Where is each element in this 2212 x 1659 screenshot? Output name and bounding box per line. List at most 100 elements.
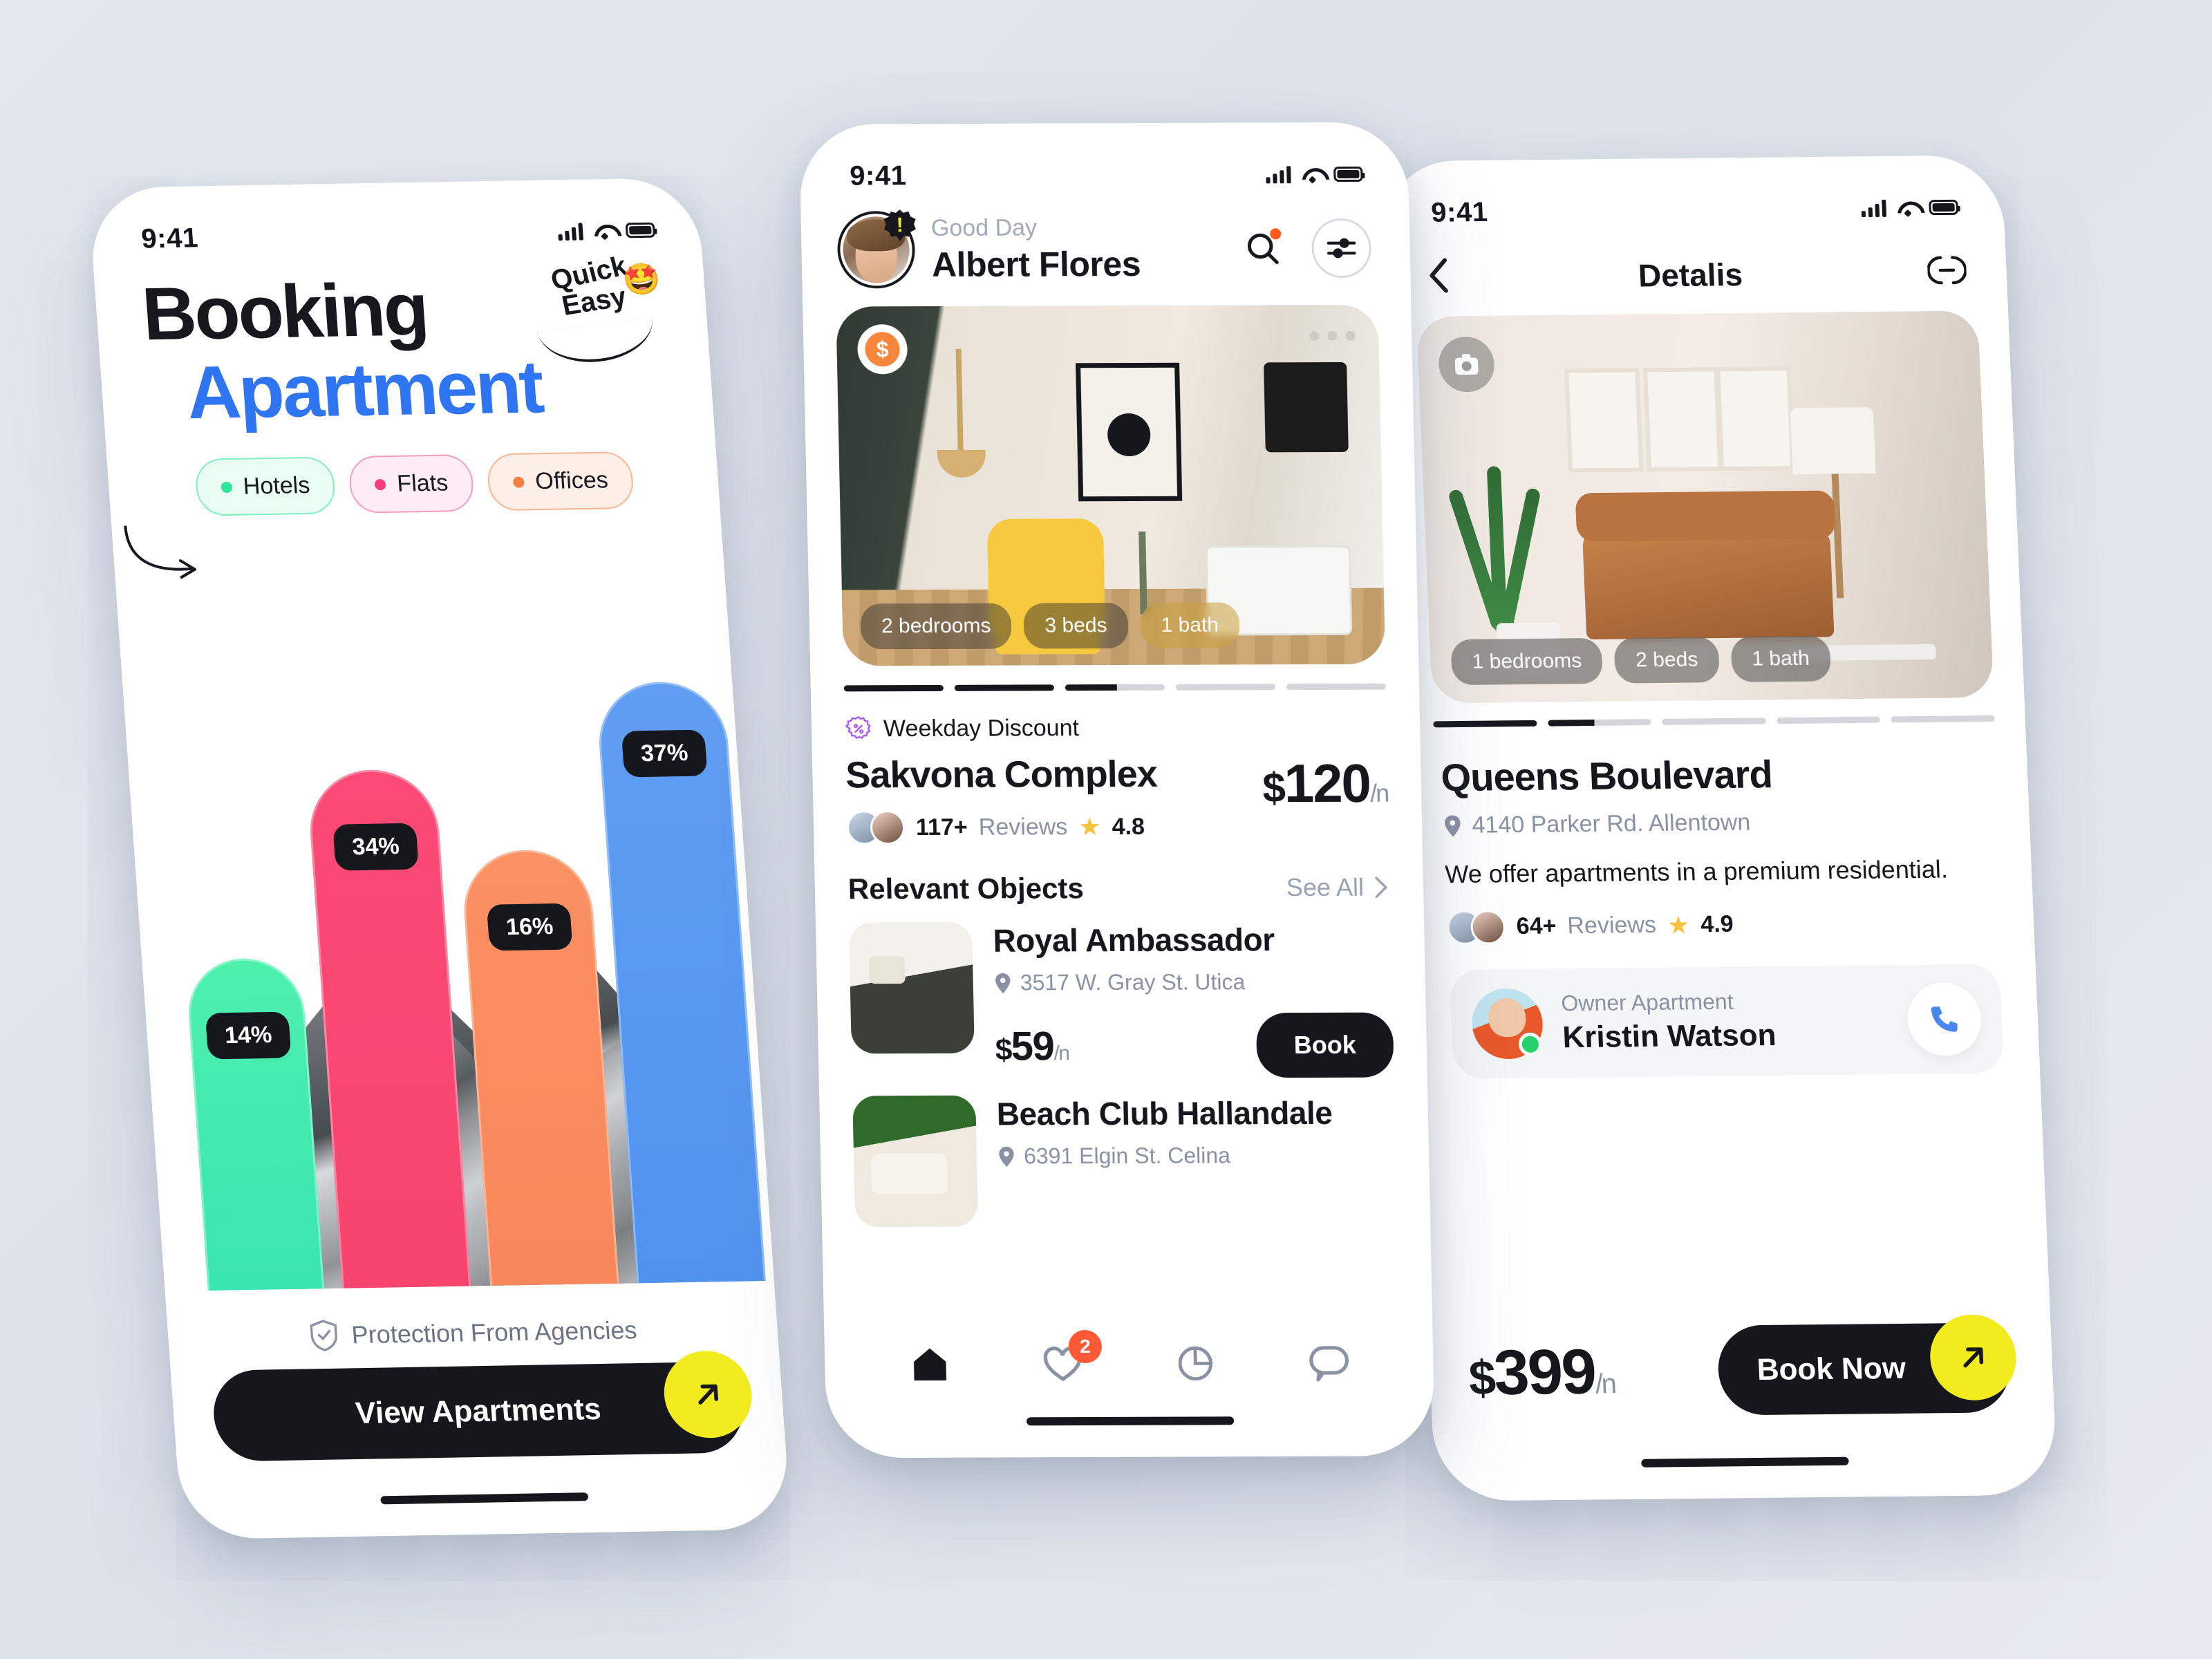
book-button[interactable]: Book: [1255, 1012, 1394, 1078]
carousel-pagination[interactable]: [810, 664, 1419, 692]
details-tag-bedrooms: 1 bedrooms: [1450, 637, 1604, 686]
search-button[interactable]: [1232, 218, 1293, 278]
category-pill-label: Hotels: [242, 472, 311, 500]
status-icons: [557, 221, 656, 241]
home-indicator: [1641, 1456, 1849, 1468]
object-address-label: 6391 Elgin St. Celina: [1023, 1143, 1231, 1169]
phone-home-screen: 9:41 ! Good Day Albert Flores $ 2 bedroo…: [798, 122, 1436, 1459]
rating-value: 4.9: [1700, 911, 1734, 938]
list-item[interactable]: Royal Ambassador 3517 W. Gray St. Utica …: [815, 903, 1427, 1079]
wall-art-frame: [1642, 367, 1723, 472]
hero-tv: [1264, 362, 1349, 453]
details-address: 4140 Parker Rd. Allentown: [1443, 807, 1994, 839]
pagination-dot[interactable]: [1547, 719, 1651, 727]
pagination-dot[interactable]: [1662, 718, 1766, 725]
pagination-dot[interactable]: [1175, 684, 1276, 691]
discount-percent-icon: [845, 715, 871, 740]
pagination-dot[interactable]: [1286, 683, 1387, 691]
chart-bar-4-value: 37%: [621, 729, 708, 778]
back-button[interactable]: [1423, 256, 1454, 297]
onboarding-header: Booking Apartment Quick Easy 🤩: [93, 249, 714, 434]
featured-listing-row: Sakvona Complex 117+ Reviews ★ 4.8 $120/…: [812, 740, 1422, 845]
view-apartments-label: View Apartments: [354, 1392, 603, 1431]
chat-bubble-icon: [1309, 1346, 1349, 1382]
owner-card[interactable]: Owner Apartment Kristin Watson: [1449, 964, 2005, 1079]
details-property-image[interactable]: 1 bedrooms 2 beds 1 bath: [1416, 310, 1994, 704]
category-pill-hotels[interactable]: Hotels: [194, 456, 337, 517]
status-bar: 9:41: [1379, 155, 2005, 233]
signal-icon: [1266, 165, 1291, 184]
view-apartments-button[interactable]: View Apartments: [210, 1350, 755, 1462]
more-options-icon[interactable]: [1309, 330, 1356, 341]
user-avatar[interactable]: !: [839, 214, 912, 286]
offices-dot-icon: [512, 476, 525, 488]
reviewer-avatar: [870, 810, 906, 845]
discount-row: Weekday Discount: [811, 689, 1421, 742]
chart-bar-1-value: 14%: [205, 1011, 292, 1060]
arrow-up-right-icon[interactable]: [661, 1350, 755, 1439]
details-footer: $399/n Book Now: [1428, 1314, 2054, 1418]
object-address: 6391 Elgin St. Celina: [997, 1143, 1396, 1170]
pagination-dot[interactable]: [954, 684, 1054, 691]
book-now-label: Book Now: [1756, 1351, 1906, 1387]
object-name: Royal Ambassador: [992, 921, 1275, 959]
online-status-dot: [1518, 1032, 1543, 1056]
details-nav-bar: Detalis: [1382, 227, 2007, 299]
call-owner-button[interactable]: [1906, 982, 1983, 1056]
featured-listing-price: $120/n: [1262, 752, 1389, 816]
status-time: 9:41: [849, 160, 907, 191]
arrow-up-right-icon[interactable]: [1928, 1314, 2018, 1401]
status-time: 9:41: [1430, 196, 1489, 228]
star-icon: ★: [1667, 910, 1691, 939]
featured-property-image[interactable]: $ 2 bedrooms 3 beds 1 bath: [836, 304, 1386, 666]
wifi-icon: [1302, 167, 1322, 182]
tab-chat[interactable]: [1301, 1336, 1356, 1390]
reviewer-avatar: [1470, 909, 1506, 945]
reviewer-avatars: [846, 810, 906, 845]
camera-badge-icon[interactable]: [1437, 336, 1496, 393]
tab-favorites[interactable]: 2: [1035, 1329, 1103, 1391]
hero-tag-beds: 3 beds: [1023, 602, 1129, 649]
object-info: Royal Ambassador 3517 W. Gray St. Utica …: [993, 921, 1394, 1079]
object-address-label: 3517 W. Gray St. Utica: [1020, 969, 1246, 995]
category-pill-offices[interactable]: Offices: [486, 451, 635, 512]
pagination-dot[interactable]: [1891, 715, 1995, 723]
battery-icon: [1333, 166, 1363, 182]
tab-home[interactable]: [903, 1338, 958, 1391]
search-notification-dot: [1270, 228, 1282, 240]
phone-icon: [1931, 1006, 1958, 1032]
price-badge-icon: $: [856, 324, 908, 375]
filter-button[interactable]: [1311, 218, 1372, 279]
pagination-dot[interactable]: [1777, 716, 1881, 724]
owner-role-label: Owner Apartment: [1560, 988, 1734, 1016]
list-item[interactable]: Beach Club Hallandale 6391 Elgin St. Cel…: [819, 1077, 1431, 1228]
see-all-button[interactable]: See All: [1286, 873, 1390, 903]
share-link-button[interactable]: [1927, 251, 1967, 294]
pagination-dot[interactable]: [1433, 720, 1537, 728]
price-value: 120: [1283, 752, 1371, 814]
pagination-dot[interactable]: [1065, 684, 1165, 691]
wifi-icon: [593, 223, 615, 238]
details-address-label: 4140 Parker Rd. Allentown: [1471, 809, 1752, 838]
bottom-tab-bar: 2: [825, 1329, 1434, 1391]
price-period: /n: [1053, 1041, 1069, 1065]
category-pill-flats[interactable]: Flats: [348, 454, 476, 514]
featured-listing-name: Sakvona Complex: [845, 753, 1158, 796]
chart-bar-3-value: 16%: [486, 903, 573, 951]
pagination-dot[interactable]: [843, 684, 944, 692]
object-thumbnail: [852, 1095, 979, 1228]
book-now-button[interactable]: Book Now: [1716, 1314, 2018, 1416]
price-currency: $: [1468, 1350, 1496, 1405]
details-tag-bath: 1 bath: [1730, 635, 1832, 682]
page-title: Detalis: [1637, 256, 1743, 294]
object-address: 3517 W. Gray St. Utica: [993, 969, 1392, 996]
discount-label: Weekday Discount: [883, 714, 1080, 742]
hero-tag-group: 2 bedrooms 3 beds 1 bath: [860, 602, 1240, 650]
featured-listing-info: Sakvona Complex 117+ Reviews ★ 4.8: [845, 753, 1159, 845]
owner-name: Kristin Watson: [1562, 1018, 1777, 1055]
star-icon: ★: [1078, 812, 1102, 841]
shield-check-icon: [310, 1320, 337, 1351]
details-body: Queens Boulevard 4140 Parker Rd. Allento…: [1403, 721, 2035, 945]
tab-stats[interactable]: [1168, 1336, 1224, 1390]
details-tag-beds: 2 beds: [1613, 637, 1720, 684]
